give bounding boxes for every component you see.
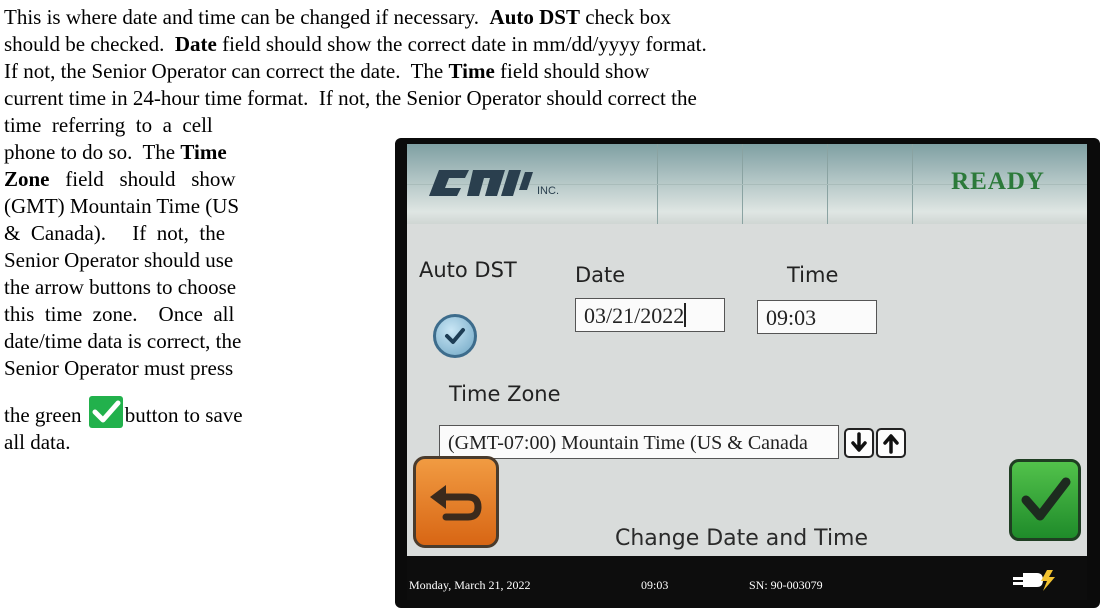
time-zone-value: (GMT-07:00) Mountain Time (US & Canada (448, 432, 808, 454)
press-before-text: the green (4, 403, 87, 427)
text-segment: this time zone. Once all (4, 302, 235, 326)
time-field[interactable]: 09:03 (757, 300, 877, 334)
instruction-column: time referring to a cell phone to do so. … (4, 112, 378, 456)
text-line: & Canada). If not, the (4, 220, 378, 247)
footer-serial-number: SN: 90-003079 (749, 578, 823, 592)
screen-title: Change Date and Time (615, 526, 869, 551)
text-line: should be checked. Date field should sho… (4, 31, 1102, 58)
text-caret (684, 303, 687, 327)
text-segment: the arrow buttons to choose (4, 275, 237, 299)
text-line: Senior Operator should use (4, 247, 378, 274)
status-ready: READY (951, 168, 1045, 195)
status-bar: Monday, March 21, 2022 09:03 SN: 90-0030… (407, 556, 1087, 600)
up-arrow-icon (883, 434, 899, 454)
down-arrow-icon (851, 432, 867, 452)
back-arrow-icon (430, 485, 482, 521)
time-zone-down-button[interactable] (844, 428, 874, 458)
text-line: current time in 24-hour time format. If … (4, 85, 1102, 112)
text-segment: field should show (49, 167, 236, 191)
bold-term: Zone (4, 167, 50, 191)
power-plug-icon (1013, 568, 1057, 596)
press-line: the green button to save (4, 396, 378, 429)
green-check-icon (88, 396, 123, 428)
time-value: 09:03 (766, 305, 817, 330)
save-button[interactable] (1009, 459, 1081, 541)
text-segment: current time in 24-hour time format. If … (4, 86, 697, 110)
text-line: this time zone. Once all (4, 301, 378, 328)
screen-header: INC. READY (407, 144, 1087, 224)
text-segment: field should show (494, 59, 650, 83)
text-segment: This is where date and time can be chang… (4, 5, 490, 29)
bold-term: Time (180, 140, 227, 164)
bold-term: Time (448, 59, 495, 83)
bold-term: Auto DST (489, 5, 580, 29)
intro-paragraph: This is where date and time can be chang… (4, 4, 1102, 112)
check-circle-icon (445, 328, 465, 344)
device-screen: INC. READY Auto DST Date 03/21/2022 Time… (407, 144, 1087, 600)
press-after-text: button to save (124, 403, 243, 427)
cmi-logo: INC. (429, 164, 599, 205)
footer-time: 09:03 (641, 578, 669, 592)
device-photo: INC. READY Auto DST Date 03/21/2022 Time… (395, 138, 1100, 608)
text-segment: time referring to a cell (4, 113, 213, 137)
auto-dst-label: Auto DST (419, 258, 517, 282)
logo-inc-text: INC. (537, 185, 559, 197)
last-line: all data. (4, 430, 71, 454)
text-segment: Senior Operator must press (4, 356, 234, 380)
check-icon (1021, 477, 1071, 521)
text-segment: If not, the Senior Operator can correct … (4, 59, 449, 83)
text-segment: Senior Operator should use (4, 248, 234, 272)
text-line: phone to do so. The Time (4, 139, 378, 166)
text-segment: field should show the correct date in mm… (216, 32, 707, 56)
text-line: time referring to a cell (4, 112, 378, 139)
time-zone-up-button[interactable] (876, 428, 906, 458)
text-line: Senior Operator must press (4, 355, 378, 382)
text-line: date/time data is correct, the (4, 328, 378, 355)
text-line: the arrow buttons to choose (4, 274, 378, 301)
time-zone-field[interactable]: (GMT-07:00) Mountain Time (US & Canada (439, 425, 839, 459)
footer-date: Monday, March 21, 2022 (409, 578, 531, 592)
date-field[interactable]: 03/21/2022 (575, 298, 725, 332)
time-zone-label: Time Zone (449, 382, 561, 406)
date-value: 03/21/2022 (584, 303, 685, 328)
date-label: Date (575, 263, 626, 287)
text-segment: & Canada). If not, the (4, 221, 226, 245)
text-segment: should be checked. (4, 32, 175, 56)
auto-dst-checkbox[interactable] (433, 314, 477, 358)
text-line: If not, the Senior Operator can correct … (4, 58, 1102, 85)
text-line: This is where date and time can be chang… (4, 4, 1102, 31)
back-button[interactable] (413, 456, 499, 548)
text-segment: check box (579, 5, 671, 29)
text-line: Zone field should show (4, 166, 378, 193)
time-label: Time (787, 263, 839, 287)
text-segment: phone to do so. The (4, 140, 181, 164)
text-segment: date/time data is correct, the (4, 329, 242, 353)
text-line: (GMT) Mountain Time (US (4, 193, 378, 220)
text-segment: (GMT) Mountain Time (US (4, 194, 240, 218)
bold-term: Date (174, 32, 217, 56)
